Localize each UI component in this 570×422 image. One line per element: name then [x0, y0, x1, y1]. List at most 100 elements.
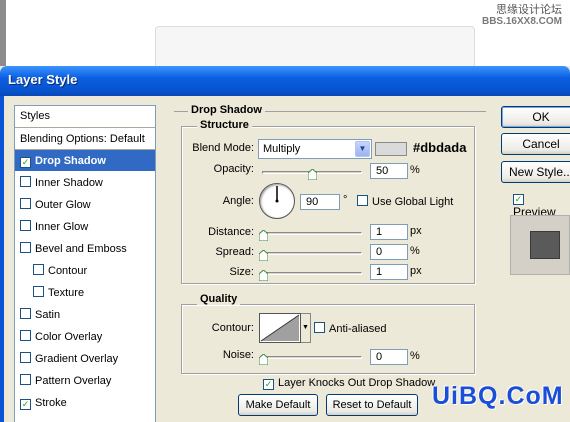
anti-aliased-checkbox[interactable]: Anti-aliased — [314, 322, 386, 335]
checkbox[interactable] — [20, 330, 31, 341]
styles-item[interactable]: ✓ Drop Shadow — [15, 150, 155, 172]
styles-item[interactable]: Bevel and Emboss — [15, 238, 155, 260]
checkmark-icon[interactable]: ✓ — [20, 399, 31, 410]
distance-slider[interactable] — [262, 232, 362, 235]
styles-item-label: Bevel and Emboss — [35, 243, 127, 255]
spread-slider-thumb[interactable] — [259, 250, 268, 261]
checkmark-icon[interactable]: ✓ — [20, 157, 31, 168]
cancel-button[interactable]: Cancel — [501, 133, 570, 155]
chevron-down-icon[interactable]: ▼ — [355, 141, 370, 157]
spread-field[interactable]: 0 — [370, 244, 408, 260]
contour-curve-icon — [260, 314, 300, 342]
checkbox[interactable] — [33, 264, 44, 275]
dialog-titlebar[interactable]: Layer Style — [0, 66, 570, 96]
styles-item[interactable]: ✓ Stroke — [15, 392, 155, 414]
opacity-field[interactable]: 50 — [370, 163, 408, 179]
styles-item-label: Pattern Overlay — [35, 375, 112, 387]
layer-knocks-out-box[interactable]: ✓ — [263, 379, 274, 390]
checkbox[interactable] — [20, 220, 31, 231]
styles-item-label: Texture — [48, 287, 85, 299]
watermark-top-line2: BBS.16XX8.COM — [481, 16, 562, 27]
styles-list: Styles Blending Options: Default ✓ Drop Sh… — [14, 105, 156, 422]
distance-unit: px — [410, 225, 422, 237]
styles-item[interactable]: Satin — [15, 304, 155, 326]
new-style-button[interactable]: New Style... — [501, 161, 570, 183]
styles-item[interactable]: Contour — [15, 260, 155, 282]
checkbox[interactable] — [20, 198, 31, 209]
angle-unit: ° — [343, 194, 348, 206]
checkbox[interactable] — [20, 176, 31, 187]
layer-knocks-out-checkbox[interactable]: ✓ Layer Knocks Out Drop Shadow — [263, 377, 435, 390]
contour-preview[interactable] — [259, 313, 301, 343]
anti-aliased-label: Anti-aliased — [329, 323, 387, 335]
spread-slider[interactable] — [262, 252, 362, 255]
checkbox[interactable] — [20, 352, 31, 363]
styles-item[interactable]: Color Overlay — [15, 326, 155, 348]
styles-item-label: Satin — [35, 309, 61, 321]
ok-button[interactable]: OK — [501, 106, 570, 128]
styles-item[interactable]: Texture — [15, 282, 155, 304]
dialog-frame-left — [0, 96, 4, 422]
dialog-title: Layer Style — [8, 72, 78, 87]
noise-slider[interactable] — [262, 356, 362, 359]
blend-mode-select[interactable]: Multiply ▼ — [258, 139, 372, 159]
watermark-bottom: UiBQ.CoM — [432, 382, 564, 410]
watermark-top-line1: 思缘设计论坛 — [496, 4, 562, 16]
styles-item-label: Blending Options: Default — [20, 133, 145, 145]
styles-item-label: Drop Shadow — [35, 155, 106, 167]
preview-box[interactable]: ✓ — [513, 194, 524, 205]
styles-item[interactable]: Gradient Overlay — [15, 348, 155, 370]
noise-field[interactable]: 0 — [370, 349, 408, 365]
distance-field[interactable]: 1 — [370, 224, 408, 240]
opacity-slider-thumb[interactable] — [308, 169, 317, 180]
style-preview-swatch — [530, 231, 560, 259]
size-field[interactable]: 1 — [370, 264, 408, 280]
contour-label: Contour: — [211, 322, 254, 334]
angle-label: Angle: — [222, 195, 254, 207]
angle-dial[interactable] — [259, 183, 295, 219]
styles-item-label: Contour — [48, 265, 88, 277]
styles-list-header[interactable]: Styles — [15, 106, 155, 128]
styles-item[interactable]: Outer Glow — [15, 194, 155, 216]
blend-mode-label: Blend Mode: — [192, 142, 254, 154]
size-slider-thumb[interactable] — [259, 270, 268, 281]
checkbox[interactable] — [33, 286, 44, 297]
quality-group — [181, 304, 475, 374]
styles-item[interactable]: Blending Options: Default — [15, 128, 155, 150]
canvas-edge — [0, 0, 6, 70]
distance-label: Distance: — [208, 226, 254, 238]
noise-slider-thumb[interactable] — [259, 354, 268, 365]
use-global-light-box[interactable] — [357, 195, 368, 206]
styles-item-label: Gradient Overlay — [35, 353, 119, 365]
quality-title: Quality — [197, 293, 241, 305]
opacity-unit: % — [410, 164, 420, 176]
size-slider[interactable] — [262, 272, 362, 275]
use-global-light-checkbox[interactable]: Use Global Light — [357, 195, 453, 208]
structure-title: Structure — [197, 119, 252, 131]
size-unit: px — [410, 265, 422, 277]
opacity-label: Opacity: — [213, 163, 254, 175]
checkbox[interactable] — [20, 242, 31, 253]
spread-label: Spread: — [215, 246, 254, 258]
anti-aliased-box[interactable] — [314, 322, 325, 333]
checkbox[interactable] — [20, 374, 31, 385]
make-default-button[interactable]: Make Default — [238, 394, 318, 416]
blend-mode-value: Multiply — [263, 143, 301, 155]
shadow-color-swatch[interactable] — [375, 142, 407, 156]
checkbox[interactable] — [20, 308, 31, 319]
size-label: Size: — [229, 266, 254, 278]
distance-slider-thumb[interactable] — [259, 230, 268, 241]
styles-item[interactable]: Pattern Overlay — [15, 370, 155, 392]
layer-knocks-out-label: Layer Knocks Out Drop Shadow — [278, 377, 436, 389]
styles-item[interactable]: Inner Shadow — [15, 172, 155, 194]
reset-to-default-button[interactable]: Reset to Default — [326, 394, 418, 416]
watermark-top: 思缘设计论坛 BBS.16XX8.COM — [482, 4, 562, 28]
contour-dropdown-icon[interactable]: ▼ — [301, 313, 311, 343]
styles-item-label: Inner Glow — [35, 221, 89, 233]
spread-unit: % — [410, 245, 420, 257]
angle-dial-indicator — [275, 186, 279, 203]
layer-style-dialog: Layer Style Styles Blending Options: Def… — [0, 66, 570, 422]
angle-field[interactable]: 90 — [300, 194, 340, 210]
shadow-color-code: #dbdada — [413, 140, 467, 155]
styles-item[interactable]: Inner Glow — [15, 216, 155, 238]
